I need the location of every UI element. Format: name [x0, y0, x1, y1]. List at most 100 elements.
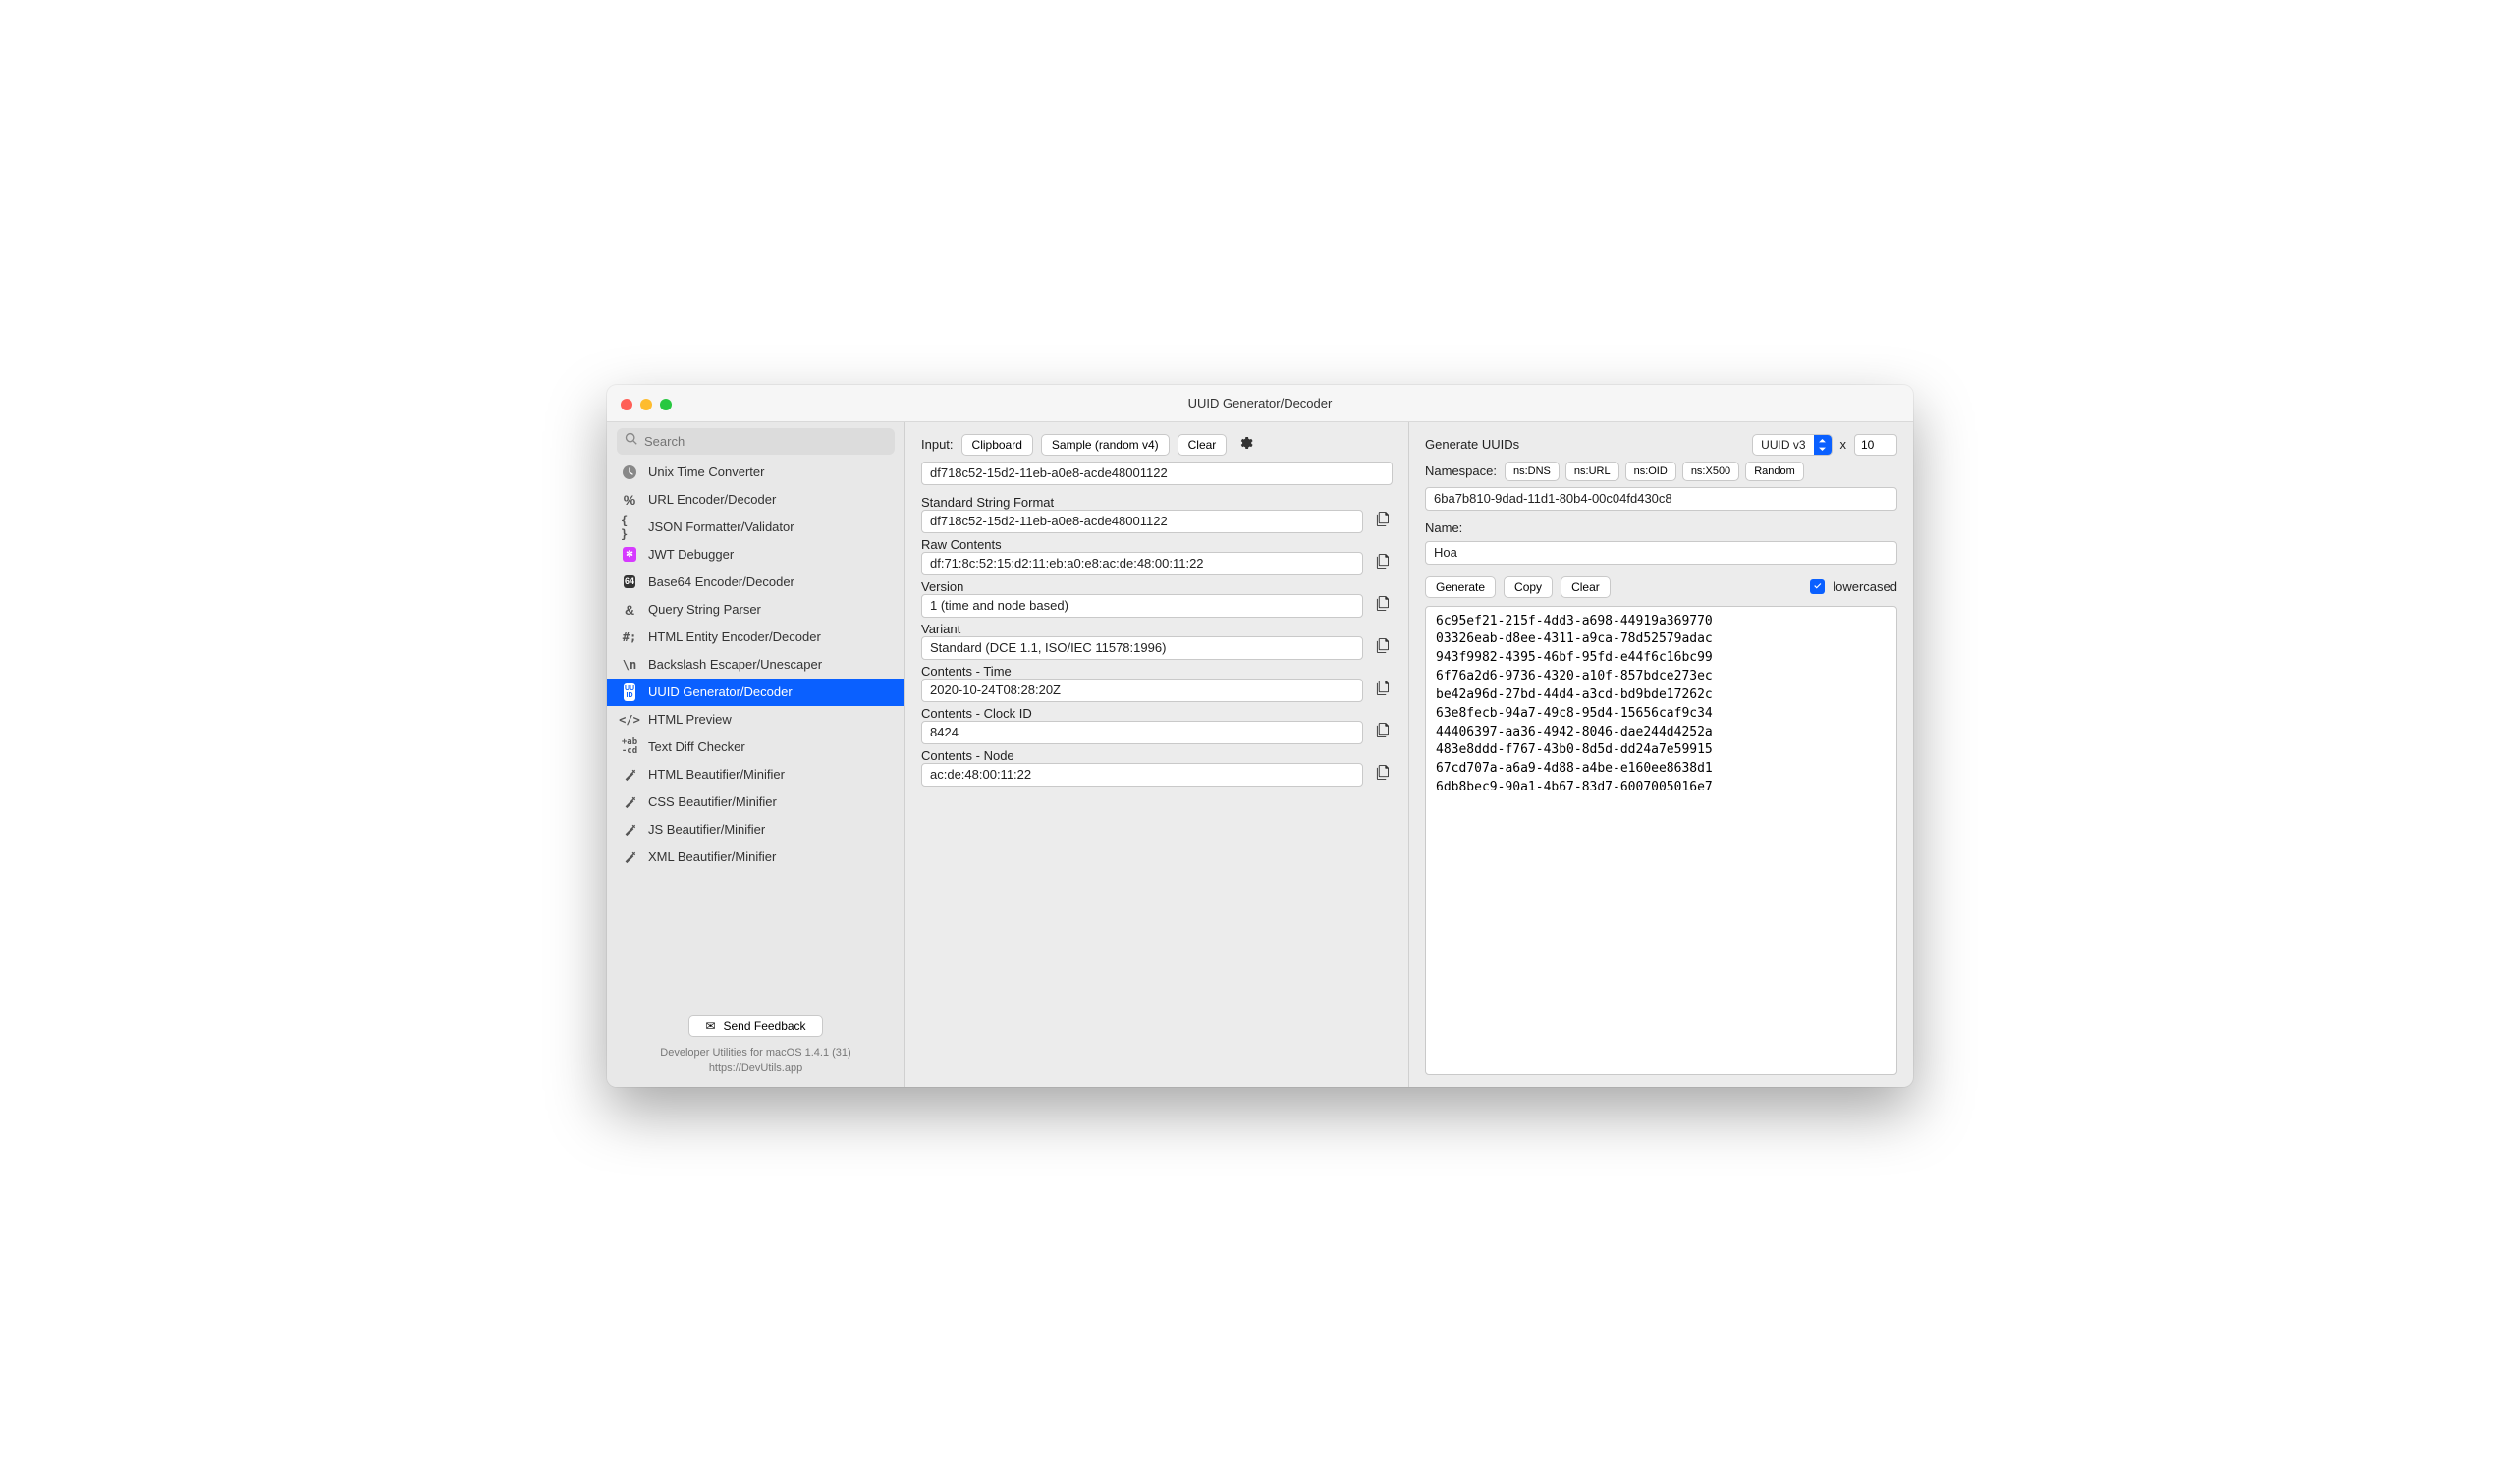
search-field[interactable]	[617, 428, 895, 455]
section-label: Standard String Format	[921, 495, 1393, 510]
sidebar-item-label: Text Diff Checker	[648, 739, 745, 754]
b64-icon: 64	[621, 573, 638, 591]
namespace-button-ns-dns[interactable]: ns:DNS	[1505, 462, 1560, 481]
braces-icon: { }	[621, 518, 638, 536]
sidebar-item-backslash-escaper-unescaper[interactable]: \nBackslash Escaper/Unescaper	[607, 651, 904, 679]
clear-input-button[interactable]: Clear	[1178, 434, 1228, 456]
generate-uuids-label: Generate UUIDs	[1425, 437, 1519, 452]
titlebar: UUID Generator/Decoder	[607, 385, 1913, 422]
section-value: 1 (time and node based)	[921, 594, 1363, 618]
clock-icon	[621, 463, 638, 481]
copy-button[interactable]	[1371, 764, 1393, 786]
minimize-window[interactable]	[640, 399, 652, 410]
sidebar-item-label: URL Encoder/Decoder	[648, 492, 776, 507]
search-icon	[625, 432, 638, 451]
namespace-button-ns-url[interactable]: ns:URL	[1565, 462, 1619, 481]
close-window[interactable]	[621, 399, 632, 410]
gear-icon	[1237, 435, 1253, 454]
copy-button[interactable]	[1371, 637, 1393, 659]
envelope-icon: ✉	[705, 1019, 715, 1033]
uuid-input[interactable]	[921, 462, 1393, 485]
sidebar-item-label: JWT Debugger	[648, 547, 734, 562]
namespace-input[interactable]	[1425, 487, 1897, 511]
namespace-label: Namespace:	[1425, 463, 1497, 478]
uuid-icon: UUID	[621, 683, 638, 701]
sidebar-item-html-entity-encoder-decoder[interactable]: #; HTML Entity Encoder/Decoder	[607, 624, 904, 651]
sidebar-item-label: Query String Parser	[648, 602, 761, 617]
name-input[interactable]	[1425, 541, 1897, 565]
clipboard-icon	[1376, 554, 1389, 573]
sidebar-item-base64-encoder-decoder[interactable]: 64Base64 Encoder/Decoder	[607, 569, 904, 596]
namespace-button-ns-oid[interactable]: ns:OID	[1625, 462, 1676, 481]
section-value: 8424	[921, 721, 1363, 744]
sidebar-footer: ✉ Send Feedback Developer Utilities for …	[607, 1008, 904, 1087]
sidebar-item-label: HTML Entity Encoder/Decoder	[648, 629, 821, 644]
wand-icon	[621, 848, 638, 866]
clipboard-icon	[1376, 765, 1389, 785]
sidebar-item-css-beautifier-minifier[interactable]: CSS Beautifier/Minifier	[607, 789, 904, 816]
sidebar-item-text-diff-checker[interactable]: +ab-cdText Diff Checker	[607, 734, 904, 761]
sidebar-item-jwt-debugger[interactable]: ✻ JWT Debugger	[607, 541, 904, 569]
wand-icon	[621, 766, 638, 784]
sample-button[interactable]: Sample (random v4)	[1041, 434, 1170, 456]
sidebar-item-label: XML Beautifier/Minifier	[648, 849, 776, 864]
clipboard-icon	[1376, 638, 1389, 658]
clear-output-button[interactable]: Clear	[1561, 576, 1611, 598]
hash-icon: #;	[621, 628, 638, 646]
send-feedback-label: Send Feedback	[724, 1019, 806, 1033]
settings-button[interactable]	[1234, 434, 1256, 456]
zoom-window[interactable]	[660, 399, 672, 410]
sidebar-item-query-string-parser[interactable]: &Query String Parser	[607, 596, 904, 624]
copy-button[interactable]	[1371, 553, 1393, 574]
name-label: Name:	[1425, 520, 1897, 535]
copy-button[interactable]	[1371, 722, 1393, 743]
search-input[interactable]	[644, 434, 887, 449]
sidebar-item-uuid-generator-decoder[interactable]: UUIDUUID Generator/Decoder	[607, 679, 904, 706]
sidebar-item-xml-beautifier-minifier[interactable]: XML Beautifier/Minifier	[607, 844, 904, 871]
section-label: Contents - Clock ID	[921, 706, 1393, 721]
sidebar-list: Unix Time Converter%URL Encoder/Decoder{…	[607, 459, 904, 1008]
generator-panel: Generate UUIDs UUID v3 x Namespace: ns:D…	[1409, 422, 1913, 1087]
sidebar-item-html-preview[interactable]: </>HTML Preview	[607, 706, 904, 734]
footer-version: Developer Utilities for macOS 1.4.1 (31)	[617, 1045, 895, 1062]
sidebar: Unix Time Converter%URL Encoder/Decoder{…	[607, 422, 905, 1087]
copy-button[interactable]	[1371, 511, 1393, 532]
section-value: 2020-10-24T08:28:20Z	[921, 679, 1363, 702]
wand-icon	[621, 821, 638, 839]
code-icon: </>	[621, 711, 638, 729]
section-label: Contents - Time	[921, 664, 1393, 679]
copy-output-button[interactable]: Copy	[1504, 576, 1553, 598]
count-input[interactable]	[1854, 434, 1897, 456]
output-textarea[interactable]: 6c95ef21-215f-4dd3-a698-44919a369770 033…	[1425, 606, 1897, 1075]
sidebar-item-label: HTML Beautifier/Minifier	[648, 767, 785, 782]
window-controls	[621, 399, 672, 410]
clipboard-button[interactable]: Clipboard	[961, 434, 1033, 456]
clipboard-icon	[1376, 723, 1389, 742]
uuid-version-value: UUID v3	[1761, 438, 1805, 452]
namespace-button-ns-x500[interactable]: ns:X500	[1682, 462, 1739, 481]
sidebar-item-unix-time-converter[interactable]: Unix Time Converter	[607, 459, 904, 486]
sidebar-item-label: CSS Beautifier/Minifier	[648, 794, 777, 809]
wand-icon	[621, 793, 638, 811]
send-feedback-button[interactable]: ✉ Send Feedback	[688, 1015, 822, 1037]
uuid-version-select[interactable]: UUID v3	[1752, 434, 1832, 456]
namespace-button-random[interactable]: Random	[1745, 462, 1804, 481]
lowercase-checkbox[interactable]	[1810, 579, 1825, 594]
sidebar-item-html-beautifier-minifier[interactable]: HTML Beautifier/Minifier	[607, 761, 904, 789]
amp-icon: &	[621, 601, 638, 619]
generate-button[interactable]: Generate	[1425, 576, 1496, 598]
copy-button[interactable]	[1371, 595, 1393, 617]
jwt-icon: ✻	[621, 546, 638, 564]
sidebar-item-label: Backslash Escaper/Unescaper	[648, 657, 822, 672]
section-value: df718c52-15d2-11eb-a0e8-acde48001122	[921, 510, 1363, 533]
select-caret-icon	[1814, 435, 1832, 455]
sidebar-item-json-formatter-validator[interactable]: { } JSON Formatter/Validator	[607, 514, 904, 541]
copy-button[interactable]	[1371, 680, 1393, 701]
check-icon	[1813, 579, 1823, 594]
lowercase-label: lowercased	[1833, 579, 1897, 594]
sidebar-item-url-encoder-decoder[interactable]: %URL Encoder/Decoder	[607, 486, 904, 514]
app-window: UUID Generator/Decoder Unix Time Convert…	[607, 385, 1913, 1087]
sidebar-item-label: Unix Time Converter	[648, 464, 764, 479]
sidebar-item-label: JSON Formatter/Validator	[648, 519, 794, 534]
sidebar-item-js-beautifier-minifier[interactable]: JS Beautifier/Minifier	[607, 816, 904, 844]
